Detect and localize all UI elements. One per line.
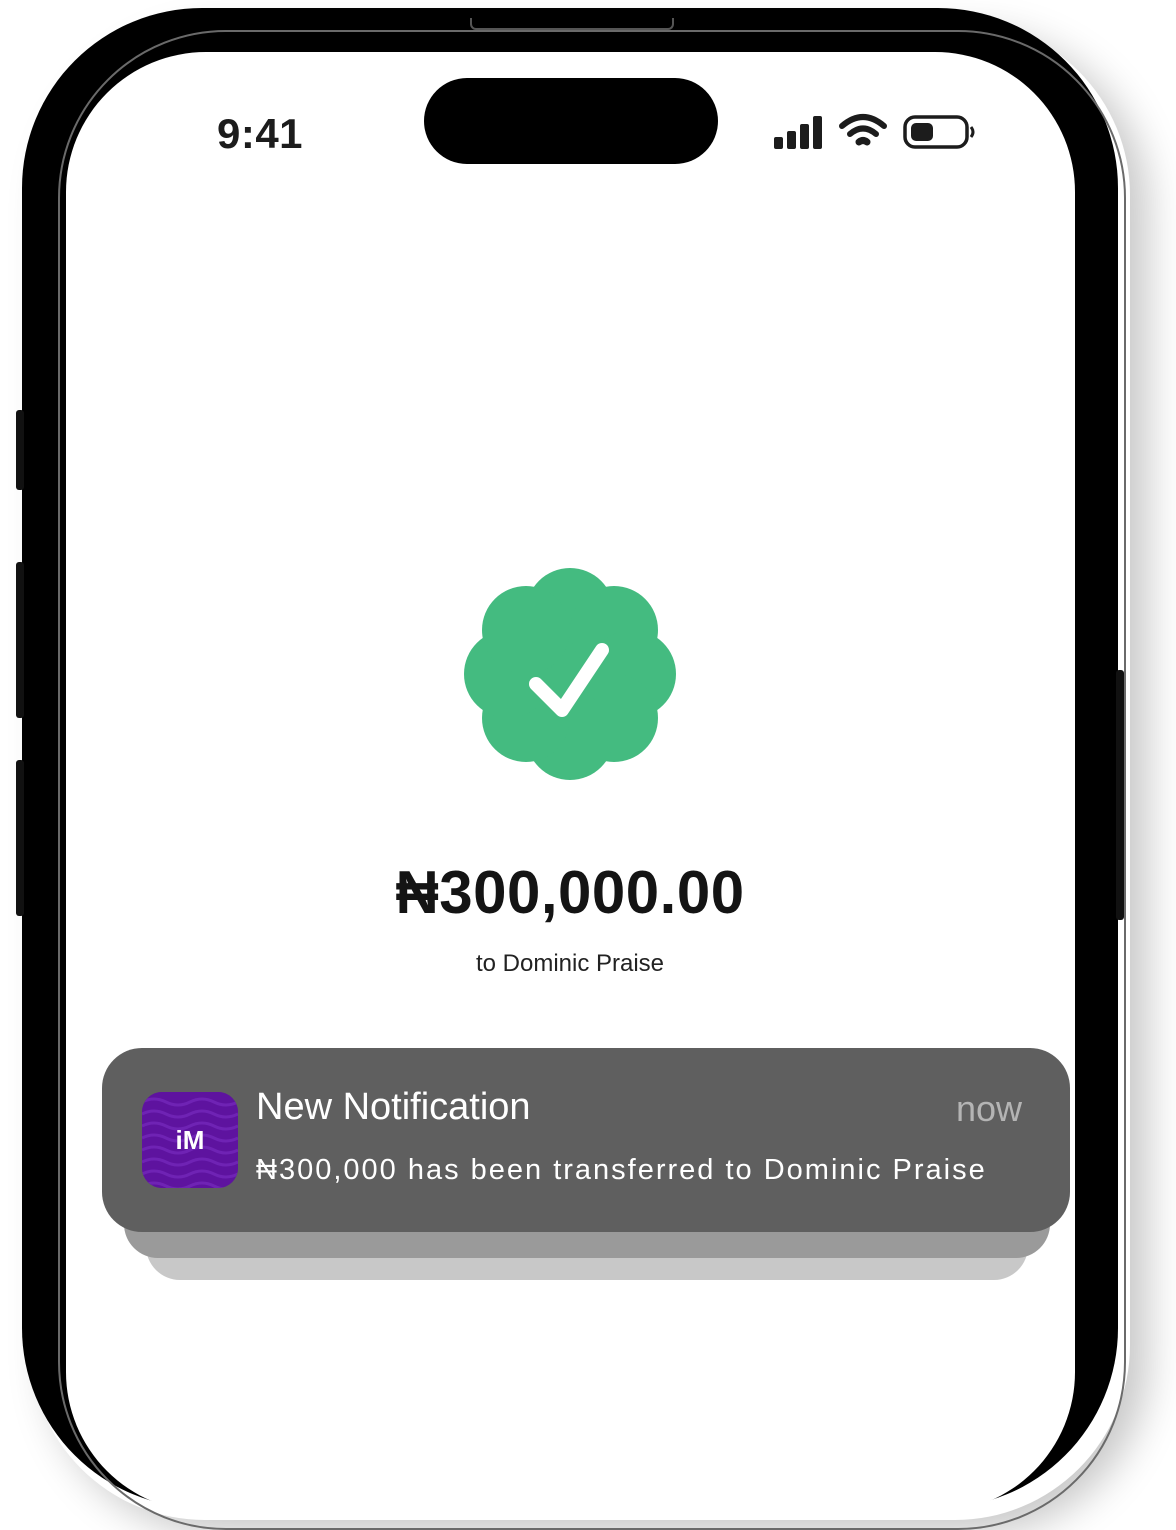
cellular-signal-icon [774, 116, 822, 149]
recipient-label: to Dominic Praise [475, 950, 665, 977]
dynamic-island [424, 78, 718, 164]
app-icon-text: iM [176, 1125, 205, 1155]
volume-down-button[interactable] [16, 760, 24, 916]
notification-time: now [955, 1088, 1022, 1129]
notification-title: New Notification [256, 1086, 531, 1128]
verified-check-badge-icon [464, 568, 676, 780]
app-logo-icon: iM [142, 1092, 238, 1188]
transfer-amount: ₦300,000.00 [395, 859, 745, 926]
status-icons [774, 114, 975, 149]
volume-up-button[interactable] [16, 562, 24, 718]
battery-icon [903, 115, 975, 149]
power-button[interactable] [1116, 670, 1124, 920]
top-speaker [470, 18, 674, 30]
status-time: 9:41 [216, 110, 304, 157]
notification-banner[interactable]: iM New Notification now ₦300,000 has bee… [102, 1048, 1070, 1232]
notification-body: ₦300,000 has been transferred to Dominic… [256, 1154, 987, 1186]
action-button[interactable] [16, 410, 24, 490]
app-icon: iM [142, 1092, 238, 1188]
wifi-icon [839, 114, 887, 146]
phone-screen: 9:41 ₦300,000.00 to Dominic Praise iM Ne… [66, 52, 1075, 1512]
